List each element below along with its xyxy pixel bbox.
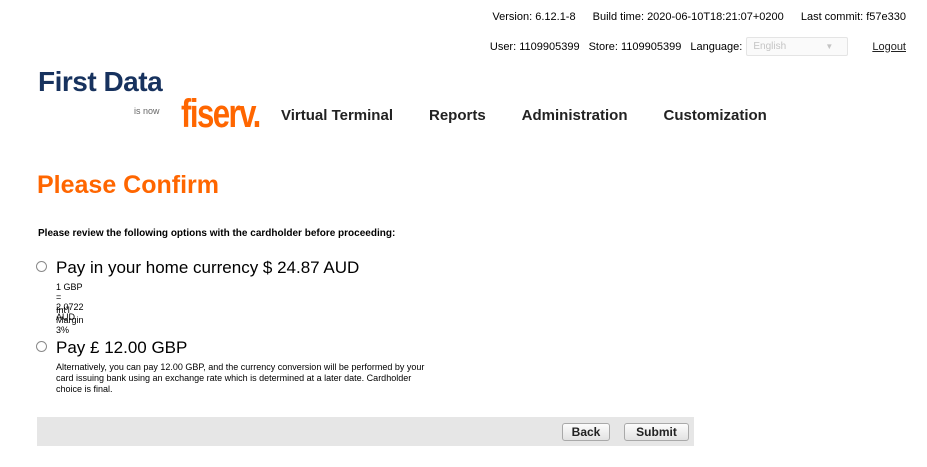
page-title: Please Confirm — [37, 171, 220, 199]
language-select[interactable]: English ▼ — [746, 37, 849, 56]
home-currency-radio[interactable] — [36, 261, 47, 272]
action-bar: Back Submit — [37, 417, 694, 446]
logo-fiserv-text: fiserv. — [181, 92, 261, 136]
store-text: Store: 1109905399 — [588, 40, 682, 53]
submit-button[interactable]: Submit — [624, 423, 689, 441]
nav-item-administration[interactable]: Administration — [522, 107, 628, 124]
language-label: Language: — [690, 40, 743, 53]
home-currency-label[interactable]: Pay in your home currency $ 24.87 AUD — [56, 258, 359, 278]
language-value: English — [753, 41, 787, 52]
nav-item-customization[interactable]: Customization — [664, 107, 767, 124]
user-text: User: 1109905399 — [489, 40, 580, 53]
main-nav: Virtual Terminal Reports Administration … — [281, 107, 803, 124]
user-info-bar: User: 1109905399 Store: 1109905399 Langu… — [481, 37, 906, 56]
original-currency-label[interactable]: Pay £ 12.00 GBP — [56, 338, 187, 358]
back-button[interactable]: Back — [562, 423, 610, 441]
chevron-down-icon: ▼ — [825, 42, 834, 51]
first-data-fiserv-logo[interactable]: First Data is now fiserv. — [38, 66, 268, 136]
margin-text: Int'l Margin 3% — [56, 305, 84, 335]
original-currency-radio[interactable] — [36, 341, 47, 352]
instruction-text: Please review the following options with… — [38, 228, 396, 239]
last-commit-text: Last commit: f57e330 — [800, 11, 906, 23]
original-currency-description: Alternatively, you can pay 12.00 GBP, an… — [56, 362, 425, 394]
version-text: Version: 6.12.1-8 — [492, 11, 576, 23]
logo-is-now-text: is now — [134, 106, 160, 116]
logo-first-data-text: First Data — [38, 66, 163, 97]
logout-link[interactable]: Logout — [872, 41, 906, 53]
build-time-text: Build time: 2020-06-10T18:21:07+0200 — [592, 11, 784, 23]
build-info: Version: 6.12.1-8 Build time: 2020-06-10… — [478, 11, 906, 23]
nav-item-virtual-terminal[interactable]: Virtual Terminal — [281, 107, 393, 124]
nav-item-reports[interactable]: Reports — [429, 107, 486, 124]
